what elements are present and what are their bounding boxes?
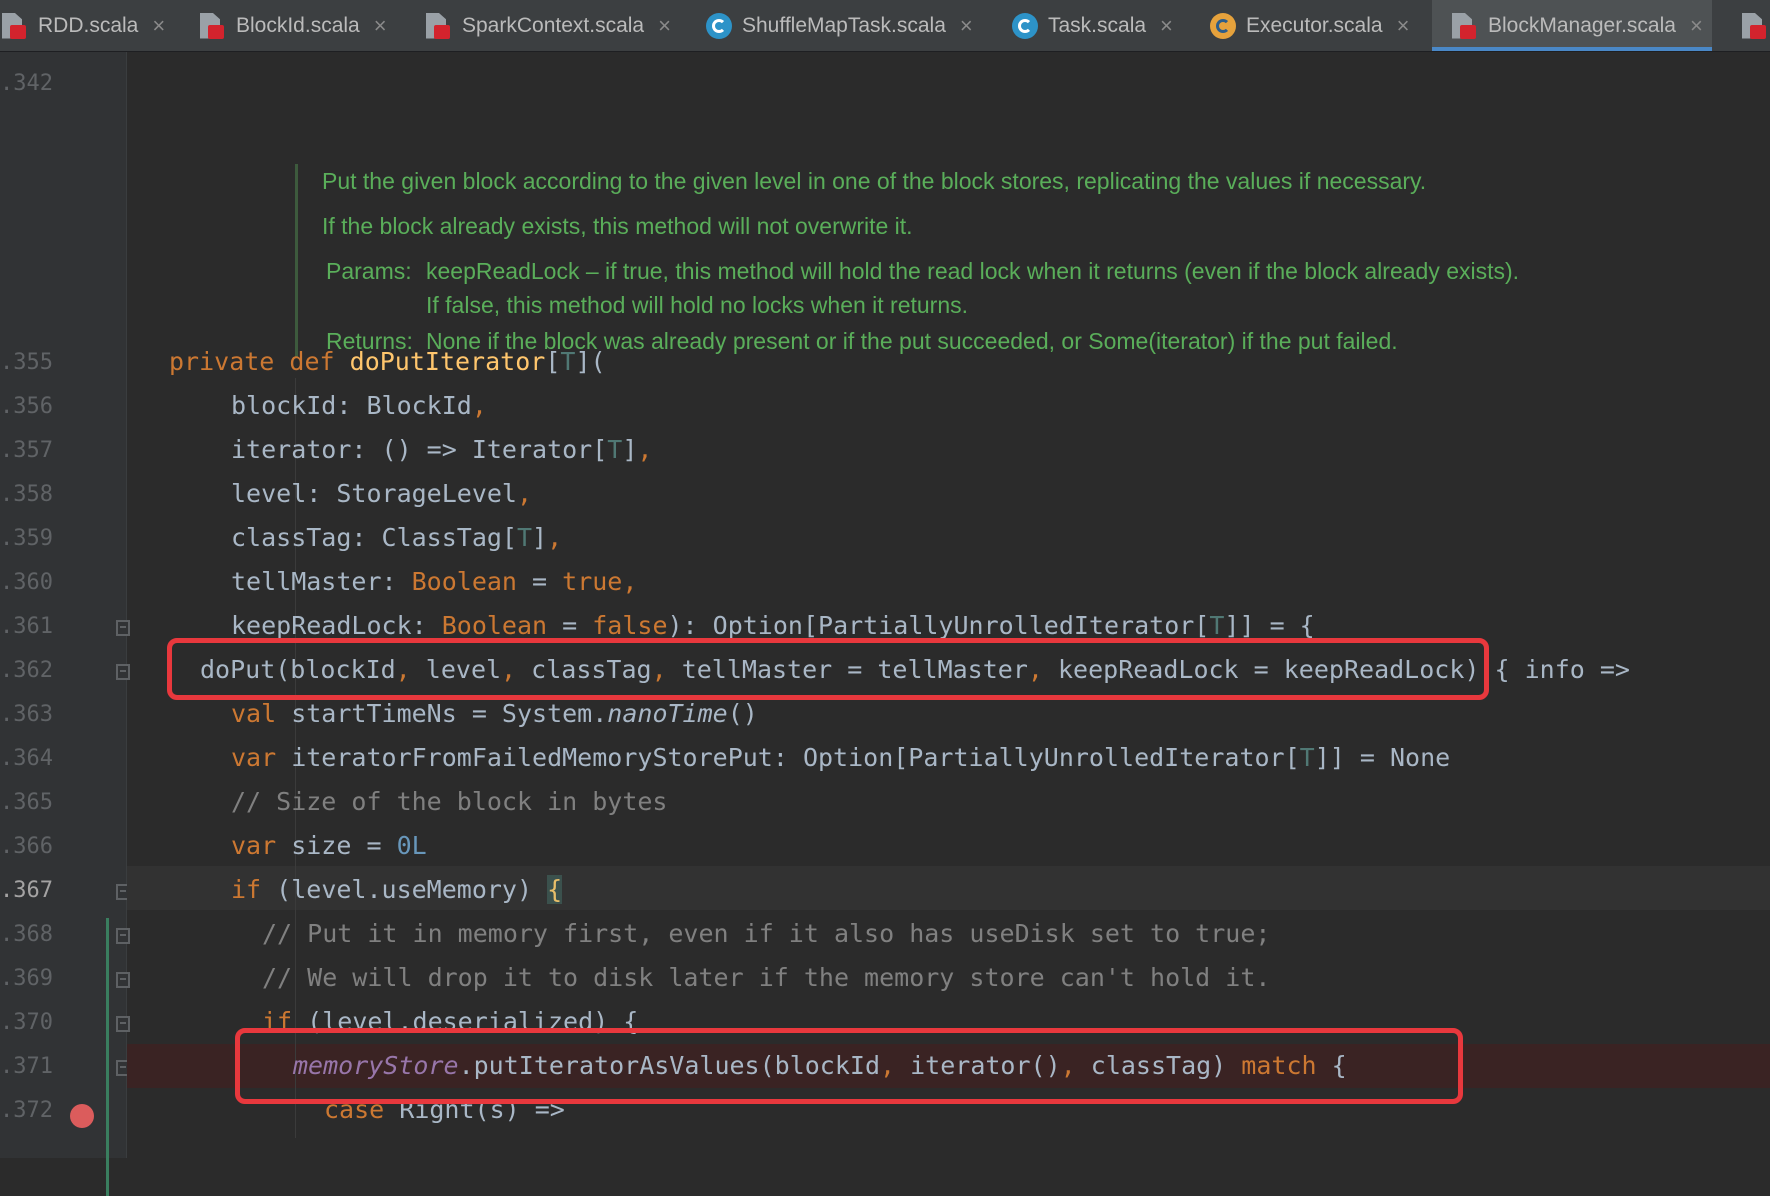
tab-executor-scala[interactable]: Executor.scala ×	[1210, 0, 1409, 51]
tab-label: SparkContext.scala	[462, 13, 645, 37]
line-number: .361	[0, 614, 53, 639]
tab-shufflemaptask-scala[interactable]: ShuffleMapTask.scala ×	[706, 0, 973, 51]
active-tab-indicator	[1432, 47, 1712, 51]
line-number: .360	[0, 570, 53, 595]
code-line-369: // We will drop it to disk later if the …	[262, 963, 1271, 992]
close-icon[interactable]: ×	[658, 13, 671, 39]
scala-file-icon	[424, 11, 454, 41]
line-number: .365	[0, 790, 53, 815]
line-number: .342	[0, 71, 53, 96]
line-number: .369	[0, 966, 53, 991]
tab-label: RDD.scala	[38, 13, 139, 37]
scala-class-icon	[706, 12, 732, 39]
tab-label: ShuffleMapTask.scala	[742, 13, 946, 37]
tab-sparkcontext-scala[interactable]: SparkContext.scala ×	[424, 0, 671, 51]
scala-file-icon	[1740, 11, 1770, 41]
editor-gutter[interactable]: .342 .355 .356 .357 .358 .359 .360 .361 …	[0, 52, 130, 1196]
line-number: .368	[0, 922, 53, 947]
code-line-355: private def doPutIterator[T](	[169, 347, 606, 376]
code-line-366: var size = 0L	[231, 831, 427, 860]
scala-file-icon	[198, 11, 228, 41]
close-icon[interactable]: ×	[152, 13, 165, 39]
line-number: .363	[0, 702, 53, 727]
tab-label: BlockManager.scala	[1488, 13, 1676, 37]
code-line-356: blockId: BlockId,	[231, 391, 487, 420]
close-icon[interactable]: ×	[1690, 13, 1703, 39]
doc-params: Params: keepReadLock – if true, this met…	[322, 254, 1535, 322]
doc-description-line: Put the given block according to the giv…	[322, 168, 1427, 194]
doc-params-label: Params:	[326, 258, 412, 284]
tab-blockmanager-scala[interactable]: BlockManager.scala ×	[1432, 0, 1712, 51]
line-number: .370	[0, 1010, 53, 1035]
line-number: .372	[0, 1098, 53, 1123]
close-icon[interactable]: ×	[374, 13, 387, 39]
tab-task-scala[interactable]: Task.scala ×	[1012, 0, 1173, 51]
tab-overflow[interactable]	[1740, 0, 1770, 51]
line-number: .359	[0, 526, 53, 551]
breakpoint-icon[interactable]	[70, 1104, 94, 1128]
close-icon[interactable]: ×	[1160, 13, 1173, 39]
line-number: .356	[0, 394, 53, 419]
doc-description-line: If the block already exists, this method…	[322, 213, 913, 239]
line-number: .366	[0, 834, 53, 859]
line-number: .364	[0, 746, 53, 771]
code-line-358: level: StorageLevel,	[231, 479, 533, 508]
line-number: .357	[0, 438, 53, 463]
code-editor[interactable]: Put the given block according to the giv…	[127, 52, 1770, 1158]
tab-label: Task.scala	[1048, 13, 1147, 37]
code-line-368: // Put it in memory first, even if it al…	[262, 919, 1271, 948]
scala-file-icon	[1450, 11, 1480, 41]
code-line-360: tellMaster: Boolean = true,	[231, 567, 638, 596]
tab-label: BlockId.scala	[236, 13, 360, 37]
rendered-doc-comment: Put the given block according to the giv…	[295, 164, 1535, 358]
scala-file-icon	[0, 11, 30, 41]
code-line-357: iterator: () => Iterator[T],	[231, 435, 653, 464]
highlight-box-putiteratorasvalues	[235, 1028, 1463, 1104]
highlight-box-doput	[167, 638, 1489, 700]
code-line-359: classTag: ClassTag[T],	[231, 523, 563, 552]
tab-label: Executor.scala	[1246, 13, 1383, 37]
vcs-change-marker[interactable]	[106, 918, 109, 1196]
doc-params-text: keepReadLock – if true, this method will…	[426, 258, 1520, 318]
line-number: .355	[0, 350, 53, 375]
code-line-365: // Size of the block in bytes	[231, 787, 668, 816]
editor-tab-bar: RDD.scala × BlockId.scala × SparkContext…	[0, 0, 1770, 52]
close-icon[interactable]: ×	[960, 13, 973, 39]
line-number: .371	[0, 1054, 53, 1079]
line-number: .362	[0, 658, 53, 683]
close-icon[interactable]: ×	[1397, 13, 1410, 39]
scala-object-icon	[1210, 12, 1236, 39]
tab-rdd-scala[interactable]: RDD.scala ×	[0, 0, 165, 51]
code-line-364: var iteratorFromFailedMemoryStorePut: Op…	[231, 743, 1451, 772]
scala-abstract-class-icon	[1012, 12, 1038, 39]
tab-blockid-scala[interactable]: BlockId.scala ×	[198, 0, 387, 51]
line-number-current: .367	[0, 878, 53, 903]
line-number: .358	[0, 482, 53, 507]
code-line-367: if (level.useMemory) {	[231, 875, 563, 904]
